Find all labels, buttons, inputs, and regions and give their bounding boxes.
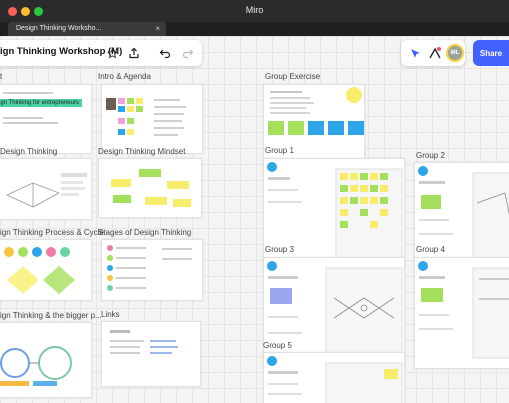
tab-strip: Design Thinking Worksho... × [0,22,509,36]
star-icon[interactable] [104,45,120,61]
board-canvas[interactable]: ign Thinking Workshop (M) ML Share t sig… [0,36,509,403]
app-title: Miro [245,5,264,15]
frame-group-5[interactable] [263,352,405,403]
frame-process-cycle[interactable] [0,239,92,301]
section-label-stages: Stages of Design Thinking [98,228,192,237]
section-label-group-2: Group 2 [416,151,445,160]
section-label-process-cycle: ign Thinking Process & Cycle [0,228,104,237]
section-label-group-5: Group 5 [263,341,292,350]
frame-stages[interactable] [101,239,203,301]
frame-bigger-picture[interactable] [0,322,92,398]
frame-mindset[interactable] [98,158,202,218]
section-label-bigger-picture: ign Thinking & the bigger p... [0,311,102,320]
section-label-intro: t [0,72,3,81]
export-icon[interactable] [126,45,142,61]
section-label-group-4: Group 4 [416,245,445,254]
frame-intro[interactable]: sign Thinking for entrepreneurs [0,84,92,154]
redo-icon[interactable] [180,45,196,61]
share-button[interactable]: Share [473,40,509,66]
board-tab-label: Design Thinking Worksho... [16,25,102,32]
section-label-group-1: Group 1 [265,146,294,155]
section-label-group-exercise: Group Exercise [265,72,321,81]
reactions-icon[interactable] [427,45,443,61]
collaboration-toolbar: ML [401,40,465,66]
avatar[interactable]: ML [446,44,464,62]
section-label-intro-agenda: Intro & Agenda [98,72,151,81]
board-toolbar: ign Thinking Workshop (M) [0,40,202,66]
highlighted-title: sign Thinking for entrepreneurs [0,99,82,107]
section-label-links: Links [101,310,120,319]
frame-design-thinking[interactable] [0,158,92,220]
frame-group-4[interactable] [414,257,509,369]
window-titlebar: Miro [0,0,509,22]
section-label-design-thinking: Design Thinking [0,147,58,156]
frame-links[interactable] [101,321,201,387]
board-tab[interactable]: Design Thinking Worksho... × [8,22,166,36]
section-label-mindset: Design Thinking Mindset [98,147,186,156]
cursor-icon[interactable] [407,45,423,61]
frame-intro-agenda[interactable] [101,84,203,154]
close-tab-icon[interactable]: × [155,22,160,36]
section-label-group-3: Group 3 [265,245,294,254]
undo-icon[interactable] [157,45,173,61]
